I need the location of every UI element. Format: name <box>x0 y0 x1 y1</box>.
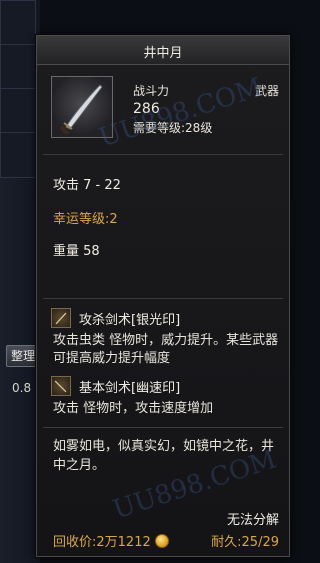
side-value-text: 0.8 <box>12 381 32 395</box>
skill-description: 攻击虫类 怪物时，威力提升。某些武器可提高威力提升幅度 <box>53 333 279 366</box>
attack-stat: 攻击 7 - 22 <box>53 178 121 193</box>
recycle-price: 回收价:2万1212 <box>53 531 169 550</box>
combat-power-value: 286 <box>133 101 160 117</box>
weight-stat: 重量 58 <box>53 244 100 259</box>
divider <box>43 427 283 428</box>
inventory-slot[interactable] <box>0 44 36 113</box>
flavor-text: 如雾如电，似真实幻，如镜中之花，井中之月。 <box>53 439 275 473</box>
sword-skill-icon <box>51 308 71 328</box>
skill-description: 攻击 怪物时，攻击速度增加 <box>53 401 214 416</box>
durability-text: 耐久:25/29 <box>211 535 279 550</box>
tooltip-title-bar: 井中月 <box>37 36 289 65</box>
blade-item-icon <box>51 76 113 138</box>
skill-row: 攻杀剑术[银光印] <box>51 307 180 329</box>
skill-name: 基本剑术[幽速印] <box>79 380 181 396</box>
item-tooltip: 井中月 战斗力 武器 286 需要等级:28级 攻击 7 - 22 幸运等级:2… <box>36 35 290 557</box>
divider <box>43 298 283 299</box>
required-level: 需要等级:28级 <box>133 121 213 135</box>
combat-power-label: 战斗力 <box>133 84 170 98</box>
gold-coin-icon <box>154 533 169 548</box>
inventory-slot[interactable] <box>0 0 36 46</box>
luck-stat: 幸运等级:2 <box>53 212 118 227</box>
inventory-slot[interactable] <box>0 132 36 178</box>
item-type-label: 武器 <box>254 84 279 98</box>
inventory-slot[interactable] <box>0 88 36 134</box>
recycle-price-text: 回收价:2万1212 <box>53 535 151 550</box>
divider <box>43 154 283 155</box>
skill-row: 基本剑术[幽速印] <box>51 375 180 397</box>
item-name: 井中月 <box>143 46 183 61</box>
sword-skill-icon <box>51 376 71 396</box>
cannot-decompose-text: 无法分解 <box>226 513 279 528</box>
skill-name: 攻杀剑术[银光印] <box>79 312 181 328</box>
background-inventory-strip: 整理 0.8 <box>0 0 44 563</box>
